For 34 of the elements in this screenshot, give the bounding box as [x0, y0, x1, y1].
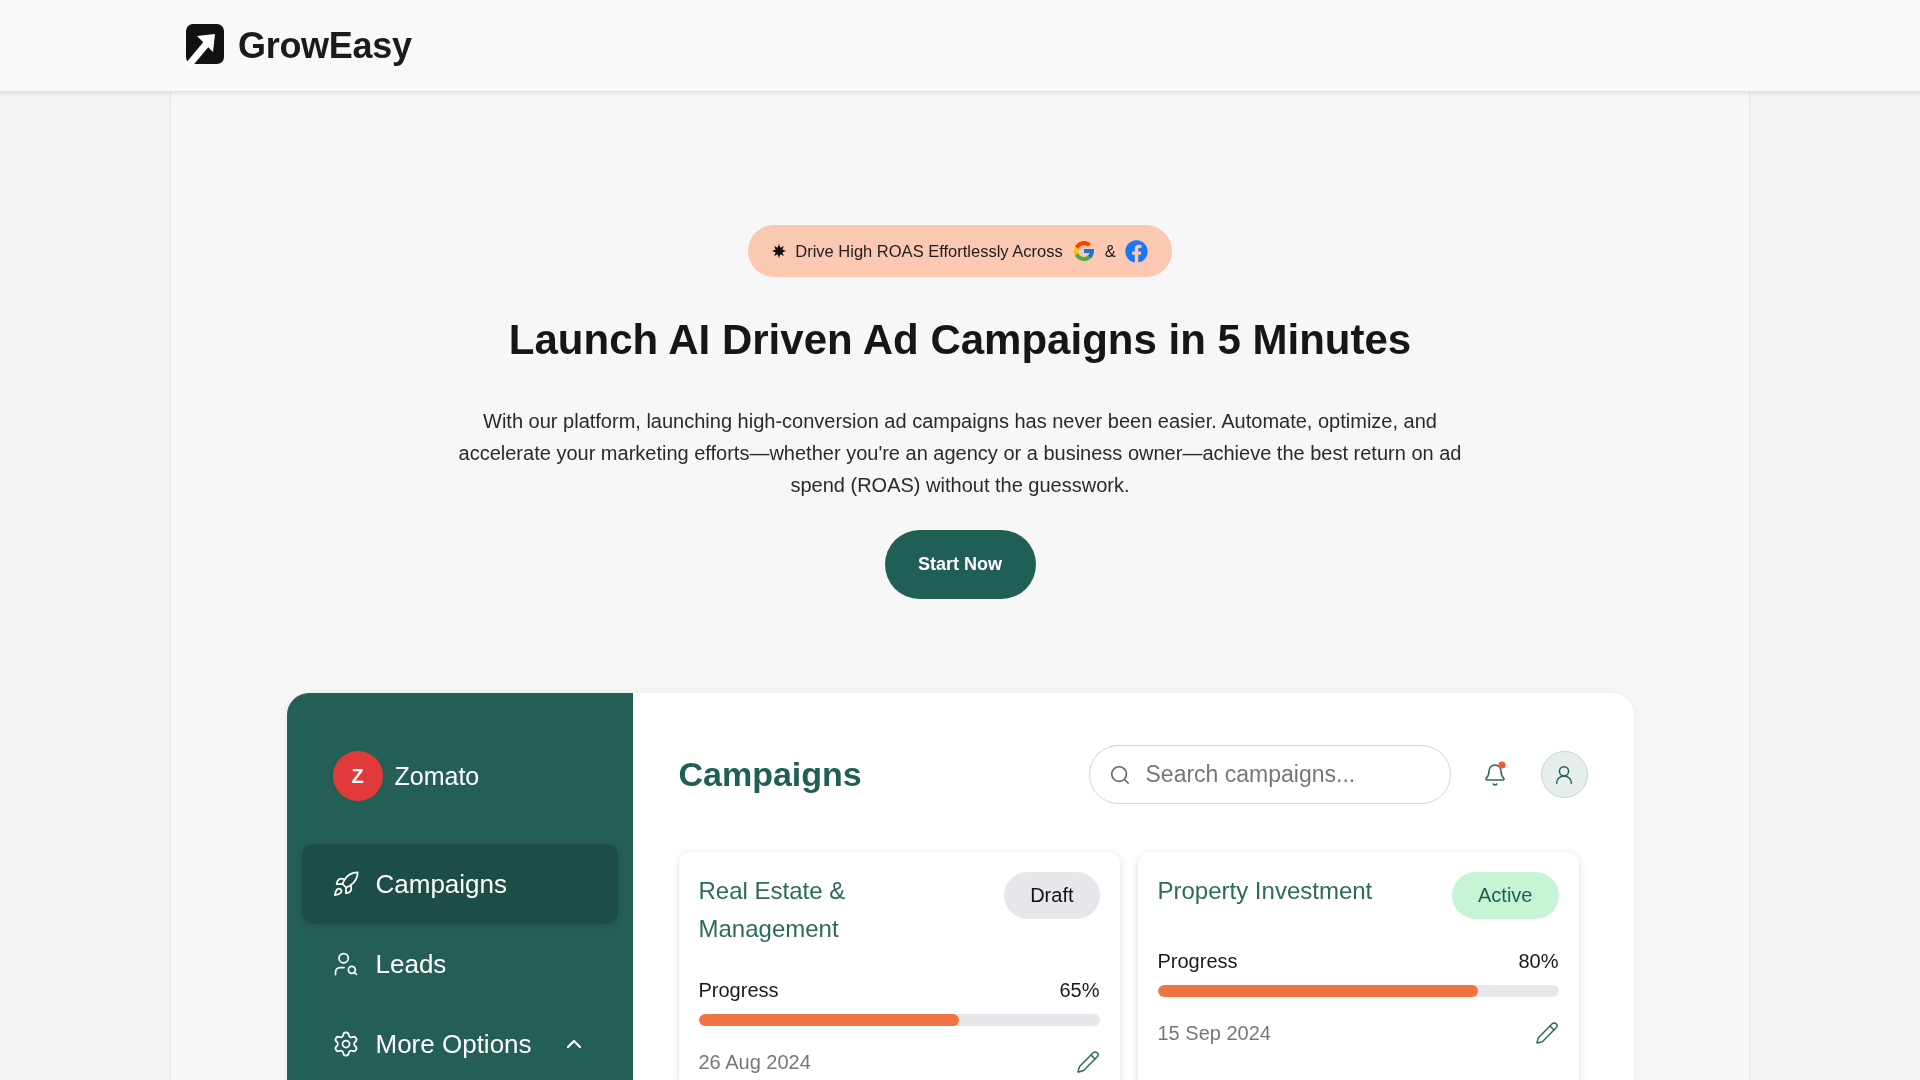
hero-heading: Launch AI Driven Ad Campaigns in 5 Minutes — [508, 315, 1412, 365]
page-title: Campaigns — [678, 755, 863, 794]
search-icon — [1108, 763, 1131, 786]
progress-percentage: 65% — [1059, 978, 1100, 1003]
google-logo-icon — [1071, 239, 1096, 263]
pencil-icon[interactable] — [1534, 1021, 1559, 1045]
start-now-button[interactable]: Start Now — [884, 530, 1036, 599]
hero-description: With our platform, launching high-conversion ad campaigns has never been easier. Automate, optimize, and accelerate your marketing efforts—whether you're an agency or a business owner—achieve the best return on ad spend (ROAS) without the guesswork. — [457, 409, 1463, 498]
sidebar-item[interactable]: More Options — [301, 1004, 618, 1080]
status-badge: Active — [1452, 872, 1559, 919]
workspace-name: Zomato — [394, 761, 480, 791]
pencil-icon[interactable] — [1075, 1050, 1100, 1074]
pill-ampersand: & — [1104, 241, 1116, 261]
burst-icon — [772, 244, 787, 258]
pill-text: Drive High ROAS Effortlessly Across — [795, 241, 1063, 261]
search-field[interactable]: Search campaigns... — [1088, 745, 1451, 804]
rocket-icon — [331, 870, 360, 898]
status-badge: Draft — [1004, 872, 1100, 919]
brand-name: GrowEasy — [238, 24, 412, 67]
brand-logo-icon — [184, 23, 224, 68]
campaign-date: 26 Aug 2024 — [698, 1050, 811, 1074]
user-icon — [1553, 763, 1575, 786]
campaign-date: 15 Sep 2024 — [1157, 1021, 1271, 1045]
profile-button[interactable] — [1540, 751, 1588, 798]
facebook-logo-icon — [1124, 239, 1148, 263]
campaign-title: Property Investment — [1157, 876, 1373, 906]
progress-label: Progress — [698, 978, 779, 1003]
progress-label: Progress — [1157, 949, 1238, 974]
notification-bell-icon[interactable] — [1482, 761, 1509, 788]
progress-percentage: 80% — [1518, 949, 1559, 974]
sidebar-item[interactable]: Campaigns — [301, 844, 618, 924]
campaign-title: Real Estate & Management — [698, 876, 847, 944]
workspace-avatar: Z — [332, 751, 383, 801]
sidebar-item[interactable]: Leads — [301, 924, 618, 1004]
